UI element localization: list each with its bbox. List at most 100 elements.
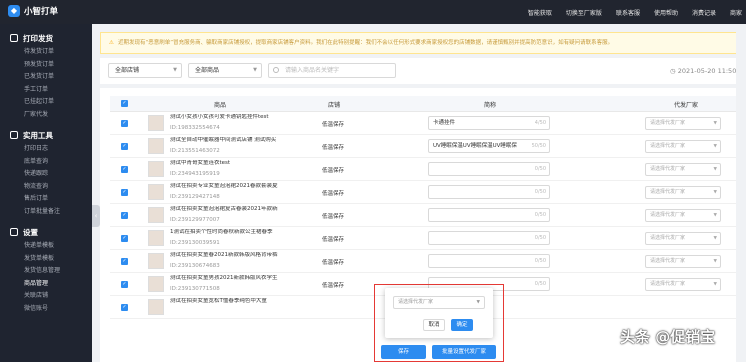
app-title: 小智打单 (24, 7, 59, 17)
watermark: 头条 @促销宝 (620, 328, 716, 346)
sidebar-item-print-log[interactable]: 打印日志 (10, 143, 92, 156)
product-name[interactable]: 测试全自动中催眠器中间测试店铺 测试购买 (170, 137, 278, 144)
header-shop: 店铺 (328, 102, 341, 109)
product-name[interactable]: 测试在拍卖专业女童泡泡裙2021春款套装夏季款感叹女孩 (170, 183, 278, 190)
chevron-down-icon: ▼ (713, 121, 717, 126)
top-bar: ◆ 小智打单 智能获取 切换至厂家版 联系客服 使用帮助 消费记录 商家 (0, 0, 746, 24)
chevron-down-icon: ▼ (713, 259, 717, 264)
manufacturer-select[interactable]: 请选择代发厂家 ▼ (645, 255, 721, 268)
shop-select[interactable]: 全部店铺 ▼ (108, 63, 182, 78)
gear-icon (10, 228, 18, 236)
shop-name: 低温保存 (322, 214, 345, 220)
row-checkbox[interactable]: ✓ (121, 189, 128, 196)
sidebar-item-wechat[interactable]: 微信账号 (10, 303, 92, 316)
sidebar-item-ship-template[interactable]: 发货单模板 (10, 253, 92, 266)
product-name[interactable]: 测试在拍卖女童男孩2021新款韩版风衣学生百搭大码 (170, 275, 278, 282)
product-id: ID:239129977007 (170, 217, 220, 223)
header-manufacturer: 代发厂家 (674, 102, 699, 109)
shortname-input[interactable]: 0/50 (428, 208, 550, 222)
product-thumbnail (148, 276, 164, 292)
row-checkbox[interactable]: ✓ (121, 166, 128, 173)
top-nav-smart-get[interactable]: 智能获取 (528, 8, 552, 17)
table-row: ✓ 1测试在拍卖个性时尚春秋新款公主裙春季 ID:239130039591 低温保存 0… (110, 227, 746, 250)
manufacturer-select[interactable]: 请选择代发厂家 ▼ (645, 163, 721, 176)
search-input[interactable] (268, 63, 396, 78)
char-counter: 0/50 (534, 281, 546, 287)
product-name[interactable]: 1测试在拍卖个性时尚春秋新款公主裙春季 (170, 229, 278, 236)
goods-select[interactable]: 全部商品 ▼ (188, 63, 262, 78)
char-counter: 0/50 (534, 166, 546, 172)
sidebar-item-held[interactable]: 已挂起订单 (10, 96, 92, 109)
sidebar-item-pending[interactable]: 待发货订单 (10, 46, 92, 59)
manufacturer-select[interactable]: 请选择代发厂家 ▼ (645, 140, 721, 153)
top-nav-switch-vendor[interactable]: 切换至厂家版 (566, 8, 602, 17)
sidebar-item-goods[interactable]: 商品管理 (10, 278, 92, 291)
top-nav-contact[interactable]: 联系客服 (616, 8, 640, 17)
shortname-input[interactable]: 0/50 (428, 162, 550, 176)
product-name[interactable]: 测试在拍卖女童春2021新款韩版风格背带裤子 (170, 252, 278, 259)
row-checkbox[interactable]: ✓ (121, 235, 128, 242)
sidebar-item-logistics[interactable]: 物流查询 (10, 181, 92, 194)
sidebar-group-title[interactable]: 实用工具 (10, 127, 92, 143)
print-icon (10, 34, 18, 42)
cancel-button[interactable]: 取消 (423, 319, 445, 331)
char-counter: 0/50 (534, 189, 546, 195)
popover-manufacturer-select[interactable]: 请选择代发厂家 ▼ (393, 296, 485, 309)
char-counter: 50/50 (531, 143, 546, 149)
sidebar-collapse-button[interactable]: ‹ (92, 205, 100, 227)
char-counter: 0/50 (534, 258, 546, 264)
product-name[interactable]: 测试中青哥女童连衣test (170, 160, 278, 167)
shop-name: 低温保存 (322, 283, 345, 289)
sidebar-item-linked-shops[interactable]: 关联店铺 (10, 290, 92, 303)
manufacturer-select[interactable]: 请选择代发厂家 ▼ (645, 117, 721, 130)
product-id: ID:198332554674 (170, 125, 220, 131)
product-thumbnail (148, 207, 164, 223)
product-name[interactable]: 测试在拍卖女童泡泡裙复古春装2021年款新款流行春秋子裤子ins (170, 206, 278, 213)
manufacturer-select[interactable]: 请选择代发厂家 ▼ (645, 232, 721, 245)
sidebar-item-batch-note[interactable]: 订单批量备注 (10, 206, 92, 219)
manufacturer-select[interactable]: 请选择代发厂家 ▼ (645, 278, 721, 291)
shortname-input[interactable]: UV睡眠保温UV睡眠保温UV睡眠保 50/50 (428, 139, 550, 153)
char-counter: 0/50 (534, 235, 546, 241)
product-name[interactable]: 测试在拍卖女童宽松T恤春季纯色中大童 (170, 298, 278, 305)
sidebar-item-tracking[interactable]: 快递跟踪 (10, 168, 92, 181)
shortname-input[interactable]: 0/50 (428, 185, 550, 199)
sidebar-item-stub-query[interactable]: 底单查询 (10, 156, 92, 169)
row-checkbox[interactable]: ✓ (121, 304, 128, 311)
manufacturer-select[interactable]: 请选择代发厂家 ▼ (645, 209, 721, 222)
chevron-down-icon: ▼ (253, 67, 257, 73)
row-checkbox[interactable]: ✓ (121, 143, 128, 150)
brand[interactable]: ◆ 小智打单 (8, 5, 58, 17)
sidebar-group-title[interactable]: 设置 (10, 224, 92, 240)
batch-set-manufacturer-button[interactable]: 批量设置代发厂家 (432, 345, 496, 359)
sidebar-item-shipped[interactable]: 已发货订单 (10, 71, 92, 84)
shortname-input[interactable]: 0/50 (428, 231, 550, 245)
top-nav-account[interactable]: 商家 (730, 8, 742, 17)
row-checkbox[interactable]: ✓ (121, 281, 128, 288)
sidebar-item-manual[interactable]: 手工订单 (10, 84, 92, 97)
header-shortname: 简称 (484, 102, 497, 109)
row-checkbox[interactable]: ✓ (121, 258, 128, 265)
shortname-input[interactable]: 卡通挂件 4/50 (428, 116, 550, 130)
top-nav-help[interactable]: 使用帮助 (654, 8, 678, 17)
product-name[interactable]: 测试小女孩小女孩可爱卡通钥匙挂件test (170, 114, 278, 121)
table-row: ✓ 测试在拍卖女童春2021新款韩版风格背带裤子 ID:239130674683 低温… (110, 250, 746, 273)
row-checkbox[interactable]: ✓ (121, 212, 128, 219)
shop-name: 低温保存 (322, 191, 345, 197)
sidebar-item-ship-info[interactable]: 发货信息管理 (10, 265, 92, 278)
chevron-down-icon: ▼ (713, 236, 717, 241)
manufacturer-select[interactable]: 请选择代发厂家 ▼ (645, 186, 721, 199)
right-edge (736, 24, 746, 362)
sidebar-item-express-template[interactable]: 快递单模板 (10, 240, 92, 253)
sidebar-group-title[interactable]: 打印发货 (10, 30, 92, 46)
shortname-input[interactable]: 0/50 (428, 254, 550, 268)
product-id: ID:213551463072 (170, 148, 220, 154)
save-button[interactable]: 保存 (381, 345, 426, 359)
row-checkbox[interactable]: ✓ (121, 120, 128, 127)
confirm-button[interactable]: 确定 (451, 319, 473, 331)
sidebar-item-dropship[interactable]: 厂家代发 (10, 109, 92, 122)
sidebar-item-preship[interactable]: 预发货订单 (10, 59, 92, 72)
top-nav-billing[interactable]: 消费记录 (692, 8, 716, 17)
select-all-checkbox[interactable]: ✓ (121, 100, 128, 107)
sidebar-item-aftersale[interactable]: 售后订单 (10, 193, 92, 206)
